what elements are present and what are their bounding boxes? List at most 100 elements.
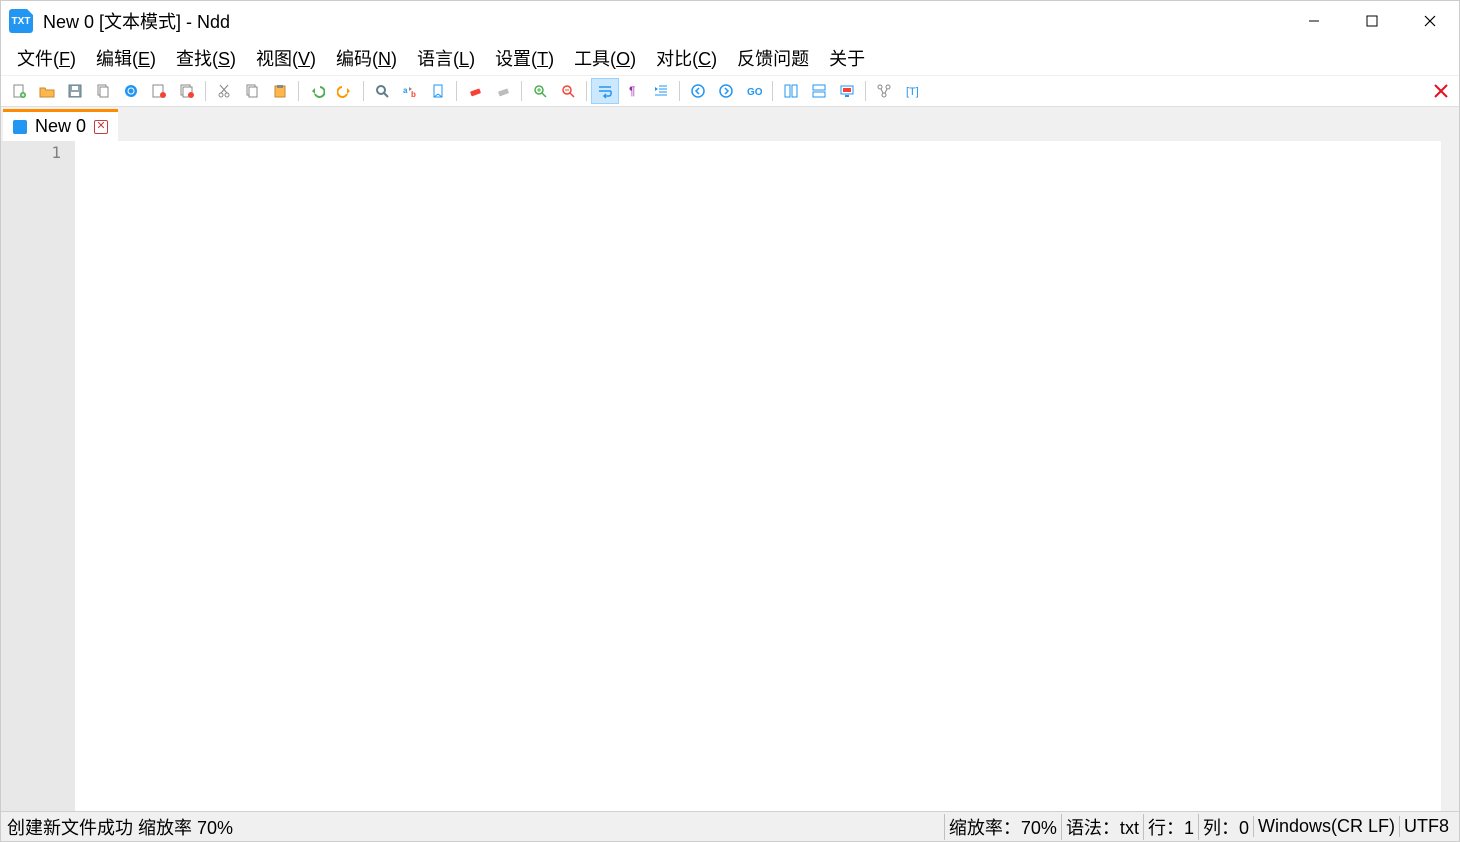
- app-icon-text: TXT: [12, 16, 31, 27]
- nav-forward-icon: [718, 83, 734, 99]
- indent-button[interactable]: [647, 78, 675, 104]
- copy-button[interactable]: [89, 78, 117, 104]
- split-vert-icon: [783, 83, 799, 99]
- svg-text:b: b: [411, 90, 416, 99]
- close-window-button[interactable]: [1401, 1, 1459, 41]
- eraser-red-icon: [467, 83, 483, 99]
- monitor-button[interactable]: [833, 78, 861, 104]
- monitor-icon: [839, 83, 855, 99]
- tab-new0[interactable]: New 0 ✕: [3, 109, 118, 141]
- toolbar-separator: [679, 81, 680, 101]
- rename-button[interactable]: [T]: [898, 78, 926, 104]
- bookmark-icon: [430, 83, 446, 99]
- copy2-icon: [244, 83, 260, 99]
- menu-feedback[interactable]: 反馈问题: [727, 41, 819, 75]
- new-file-button[interactable]: [5, 78, 33, 104]
- status-syntax[interactable]: 语法：txt: [1061, 814, 1143, 840]
- copy-icon: [95, 83, 111, 99]
- menu-about[interactable]: 关于: [819, 41, 875, 75]
- status-eol[interactable]: Windows(CR LF): [1253, 816, 1399, 837]
- indent-icon: [653, 83, 669, 99]
- bookmark-button[interactable]: [424, 78, 452, 104]
- vertical-scrollbar[interactable]: [1441, 141, 1459, 811]
- save-as-button[interactable]: [145, 78, 173, 104]
- menu-encoding[interactable]: 编码(N): [326, 41, 407, 75]
- split-vert-button[interactable]: [777, 78, 805, 104]
- toolbar-separator: [586, 81, 587, 101]
- save-as-icon: [151, 83, 167, 99]
- editor-content[interactable]: [75, 141, 1459, 811]
- titlebar: TXT New 0 [文本模式] - Ndd: [1, 1, 1459, 41]
- nav-forward-button[interactable]: [712, 78, 740, 104]
- sync-button[interactable]: [117, 78, 145, 104]
- zoom-out-button[interactable]: [554, 78, 582, 104]
- menu-view[interactable]: 视图(V): [246, 41, 326, 75]
- redo-button[interactable]: [331, 78, 359, 104]
- show-symbols-icon: ¶: [625, 83, 641, 99]
- toolbar-separator: [865, 81, 866, 101]
- menu-edit[interactable]: 编辑(E): [86, 41, 166, 75]
- sync-icon: [123, 83, 139, 99]
- zoom-in-icon: [532, 83, 548, 99]
- svg-text:GO: GO: [747, 87, 762, 98]
- toolbar-separator: [298, 81, 299, 101]
- toolbar-separator: [363, 81, 364, 101]
- paste-button[interactable]: [266, 78, 294, 104]
- svg-text:[T]: [T]: [906, 86, 919, 98]
- app-icon: TXT: [9, 9, 33, 33]
- show-symbols-button[interactable]: ¶: [619, 78, 647, 104]
- toolbar-separator: [772, 81, 773, 101]
- menu-compare[interactable]: 对比(C): [646, 41, 727, 75]
- tab-close-button[interactable]: ✕: [94, 120, 108, 134]
- close-icon: [1422, 13, 1438, 29]
- zoom-in-button[interactable]: [526, 78, 554, 104]
- app-window: TXT New 0 [文本模式] - Ndd 文件(F) 编辑(E) 查找(S)…: [0, 0, 1460, 842]
- status-zoom[interactable]: 缩放率：70%: [944, 814, 1061, 840]
- open-file-icon: [39, 83, 55, 99]
- open-file-button[interactable]: [33, 78, 61, 104]
- toolbar: ab ¶ GO [T]: [1, 75, 1459, 107]
- nav-back-icon: [690, 83, 706, 99]
- save-button[interactable]: [61, 78, 89, 104]
- menu-settings[interactable]: 设置(T): [485, 41, 564, 75]
- split-horiz-button[interactable]: [805, 78, 833, 104]
- nav-back-button[interactable]: [684, 78, 712, 104]
- save-all-button[interactable]: [173, 78, 201, 104]
- copy2-button[interactable]: [238, 78, 266, 104]
- find-button[interactable]: [368, 78, 396, 104]
- statusbar: 创建新文件成功 缩放率 70% 缩放率：70% 语法：txt 行：1 列：0 W…: [1, 811, 1459, 841]
- toolbar-separator: [456, 81, 457, 101]
- eraser-gray-button[interactable]: [489, 78, 517, 104]
- tree-button[interactable]: [870, 78, 898, 104]
- status-encoding[interactable]: UTF8: [1399, 816, 1453, 837]
- close-all-button[interactable]: [1427, 78, 1455, 104]
- close-all-icon: [1433, 83, 1449, 99]
- goto-icon: GO: [746, 83, 762, 99]
- split-horiz-icon: [811, 83, 827, 99]
- eraser-gray-icon: [495, 83, 511, 99]
- undo-button[interactable]: [303, 78, 331, 104]
- new-file-icon: [11, 83, 27, 99]
- minimize-button[interactable]: [1285, 1, 1343, 41]
- eraser-red-button[interactable]: [461, 78, 489, 104]
- maximize-button[interactable]: [1343, 1, 1401, 41]
- window-controls: [1285, 1, 1459, 41]
- replace-button[interactable]: ab: [396, 78, 424, 104]
- toolbar-separator: [521, 81, 522, 101]
- line-number: 1: [1, 143, 61, 162]
- redo-icon: [337, 83, 353, 99]
- menu-find[interactable]: 查找(S): [166, 41, 246, 75]
- word-wrap-icon: [597, 83, 613, 99]
- menu-language[interactable]: 语言(L): [407, 41, 485, 75]
- menu-tools[interactable]: 工具(O): [564, 41, 646, 75]
- undo-icon: [309, 83, 325, 99]
- maximize-icon: [1364, 13, 1380, 29]
- menu-file[interactable]: 文件(F): [7, 41, 86, 75]
- status-col: 列：0: [1198, 814, 1253, 840]
- save-icon: [67, 83, 83, 99]
- goto-button[interactable]: GO: [740, 78, 768, 104]
- word-wrap-button[interactable]: [591, 78, 619, 104]
- cut-button[interactable]: [210, 78, 238, 104]
- window-title: New 0 [文本模式] - Ndd: [43, 8, 230, 34]
- status-message: 创建新文件成功 缩放率 70%: [7, 814, 944, 840]
